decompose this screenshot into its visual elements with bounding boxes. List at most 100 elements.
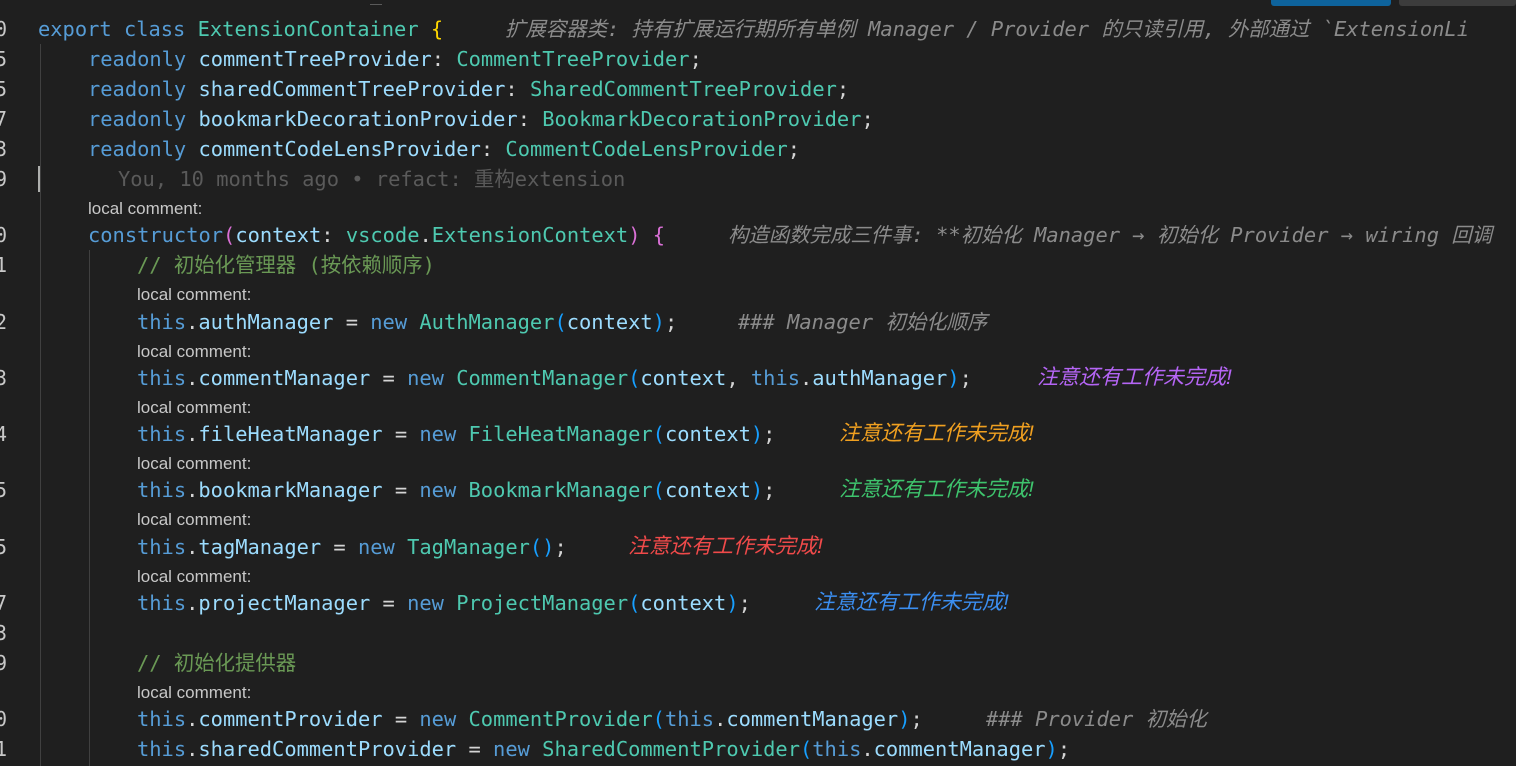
inline-note: 扩展容器类: 持有扩展运行期所有单例 Manager / Provider 的只…: [505, 17, 1469, 41]
code-token: ;: [861, 107, 874, 131]
code-text: this.projectManager = new ProjectManager…: [137, 588, 751, 618]
line-number: 0: [0, 223, 8, 247]
local-comment-label: local comment:: [88, 199, 203, 218]
line-number: 1: [0, 737, 8, 761]
local-comment-label: local comment:: [137, 510, 252, 529]
line-number: 3: [0, 621, 8, 645]
code-text: You, 10 months ago • refact: 重构extension: [118, 164, 625, 194]
code-token: new: [419, 422, 457, 446]
code-line-comment[interactable]: 1 // 初始化管理器 (按依赖顺序): [0, 250, 1516, 280]
code-text: this.authManager = new AuthManager(conte…: [137, 307, 677, 337]
code-text: readonly commentCodeLensProvider: Commen…: [88, 134, 800, 164]
code-token: commentManager: [873, 737, 1046, 761]
code-token: :: [431, 47, 457, 71]
code-token: .: [186, 366, 199, 390]
code-token: CommentManager: [456, 366, 629, 390]
code-token: this: [812, 737, 862, 761]
code-token: ;: [787, 137, 801, 161]
code-token: (: [223, 223, 236, 247]
code-token: sharedCommentTreeProvider: [198, 77, 506, 101]
code-token: ;: [664, 310, 678, 334]
code-editor[interactable]: 0 export class ExtensionContainer {扩展容器类:…: [0, 0, 1516, 766]
code-token: .: [186, 535, 199, 559]
line-number: 7: [0, 107, 8, 131]
code-token: :: [505, 77, 530, 101]
code-token: constructor: [88, 223, 224, 247]
code-line-class-declaration[interactable]: 0 export class ExtensionContainer {扩展容器类:…: [0, 14, 1516, 44]
code-token: =: [382, 478, 420, 502]
line-number: 5: [0, 535, 8, 559]
line-number: 0: [0, 17, 8, 41]
code-token: .: [186, 737, 199, 761]
code-line-constructor[interactable]: 0 constructor(context: vscode.ExtensionCo…: [0, 220, 1516, 250]
code-token: .: [419, 223, 432, 247]
code-text: constructor(context: vscode.ExtensionCon…: [88, 220, 665, 250]
code-token: ;: [738, 591, 751, 615]
code-token: this: [137, 737, 187, 761]
code-line-manager-init[interactable]: 7 this.projectManager = new ProjectManage…: [0, 588, 1516, 618]
line-number: 4: [0, 422, 8, 446]
inline-note: 注意还有工作未完成!: [628, 535, 823, 558]
line-number: 5: [0, 478, 8, 502]
code-token: ): [750, 422, 764, 446]
code-token: commentProvider: [198, 707, 383, 731]
code-line-readonly-field[interactable]: 3 readonly commentCodeLensProvider: Comme…: [0, 134, 1516, 164]
code-line-manager-init[interactable]: 5 this.tagManager = new TagManager(); 注意还有…: [0, 532, 1516, 562]
inline-note: 注意还有工作未完成!: [839, 478, 1034, 501]
code-line-readonly-field[interactable]: 5 readonly commentTreeProvider: CommentTr…: [0, 44, 1516, 74]
code-token: =: [456, 737, 494, 761]
code-line-readonly-field[interactable]: 7 readonly bookmarkDecorationProvider: Bo…: [0, 104, 1516, 134]
code-token: =: [370, 591, 408, 615]
code-token: BookmarkDecorationProvider: [542, 107, 862, 131]
code-token: new: [419, 478, 457, 502]
code-line-provider-init[interactable]: 1 this.sharedCommentProvider = new Shared…: [0, 734, 1516, 764]
code-token: .: [714, 707, 727, 731]
code-token: SharedCommentTreeProvider: [529, 77, 837, 101]
code-token: BookmarkManager: [468, 478, 653, 502]
code-line-blank[interactable]: 3: [0, 618, 1516, 648]
code-token: new: [407, 366, 444, 390]
code-token: this: [750, 366, 800, 390]
code-line-manager-init[interactable]: 5 this.bookmarkManager = new BookmarkMana…: [0, 475, 1516, 505]
code-token: ): [628, 223, 641, 247]
code-token: new: [407, 591, 444, 615]
code-token: readonly: [88, 77, 187, 101]
code-token: export: [38, 17, 112, 41]
code-token: context: [640, 591, 727, 615]
code-line-readonly-field[interactable]: 5 readonly sharedCommentTreeProvider: Sha…: [0, 74, 1516, 104]
code-line-manager-init[interactable]: 3 this.commentManager = new CommentManage…: [0, 363, 1516, 393]
code-token: this: [137, 310, 187, 334]
code-text: readonly bookmarkDecorationProvider: Boo…: [88, 104, 874, 134]
code-line-comment[interactable]: 9 // 初始化提供器: [0, 648, 1516, 678]
code-token: :: [517, 107, 543, 131]
code-token: =: [333, 310, 371, 334]
code-token: projectManager: [198, 591, 371, 615]
code-token: CommentTreeProvider: [456, 47, 690, 71]
code-line-manager-init[interactable]: 4 this.fileHeatManager = new FileHeatMana…: [0, 419, 1516, 449]
code-line-provider-init[interactable]: 0 this.commentProvider = new CommentProvi…: [0, 704, 1516, 734]
code-token: (: [652, 707, 665, 731]
line-number: 9: [0, 651, 8, 675]
code-text: this.bookmarkManager = new BookmarkManag…: [137, 475, 775, 505]
code-token: .: [186, 707, 199, 731]
code-token: this: [137, 366, 187, 390]
code-line-blame[interactable]: 9 You, 10 months ago • refact: 重构extensio…: [0, 164, 1516, 194]
code-text: this.tagManager = new TagManager();: [137, 532, 567, 562]
code-token: ExtensionContainer: [197, 17, 419, 41]
line-number: 9: [0, 167, 8, 191]
code-token: ProjectManager: [456, 591, 629, 615]
code-token: ;: [959, 366, 972, 390]
code-token: (: [628, 366, 641, 390]
code-text: readonly commentTreeProvider: CommentTre…: [88, 44, 702, 74]
code-line-manager-init[interactable]: 2 this.authManager = new AuthManager(cont…: [0, 307, 1516, 337]
code-token: =: [321, 535, 358, 559]
inline-note: ### Manager 初始化顺序: [738, 310, 988, 334]
code-token: readonly: [88, 137, 187, 161]
code-token: .: [800, 366, 813, 390]
git-blame-annotation: You, 10 months ago • refact: 重构extension: [118, 167, 626, 191]
